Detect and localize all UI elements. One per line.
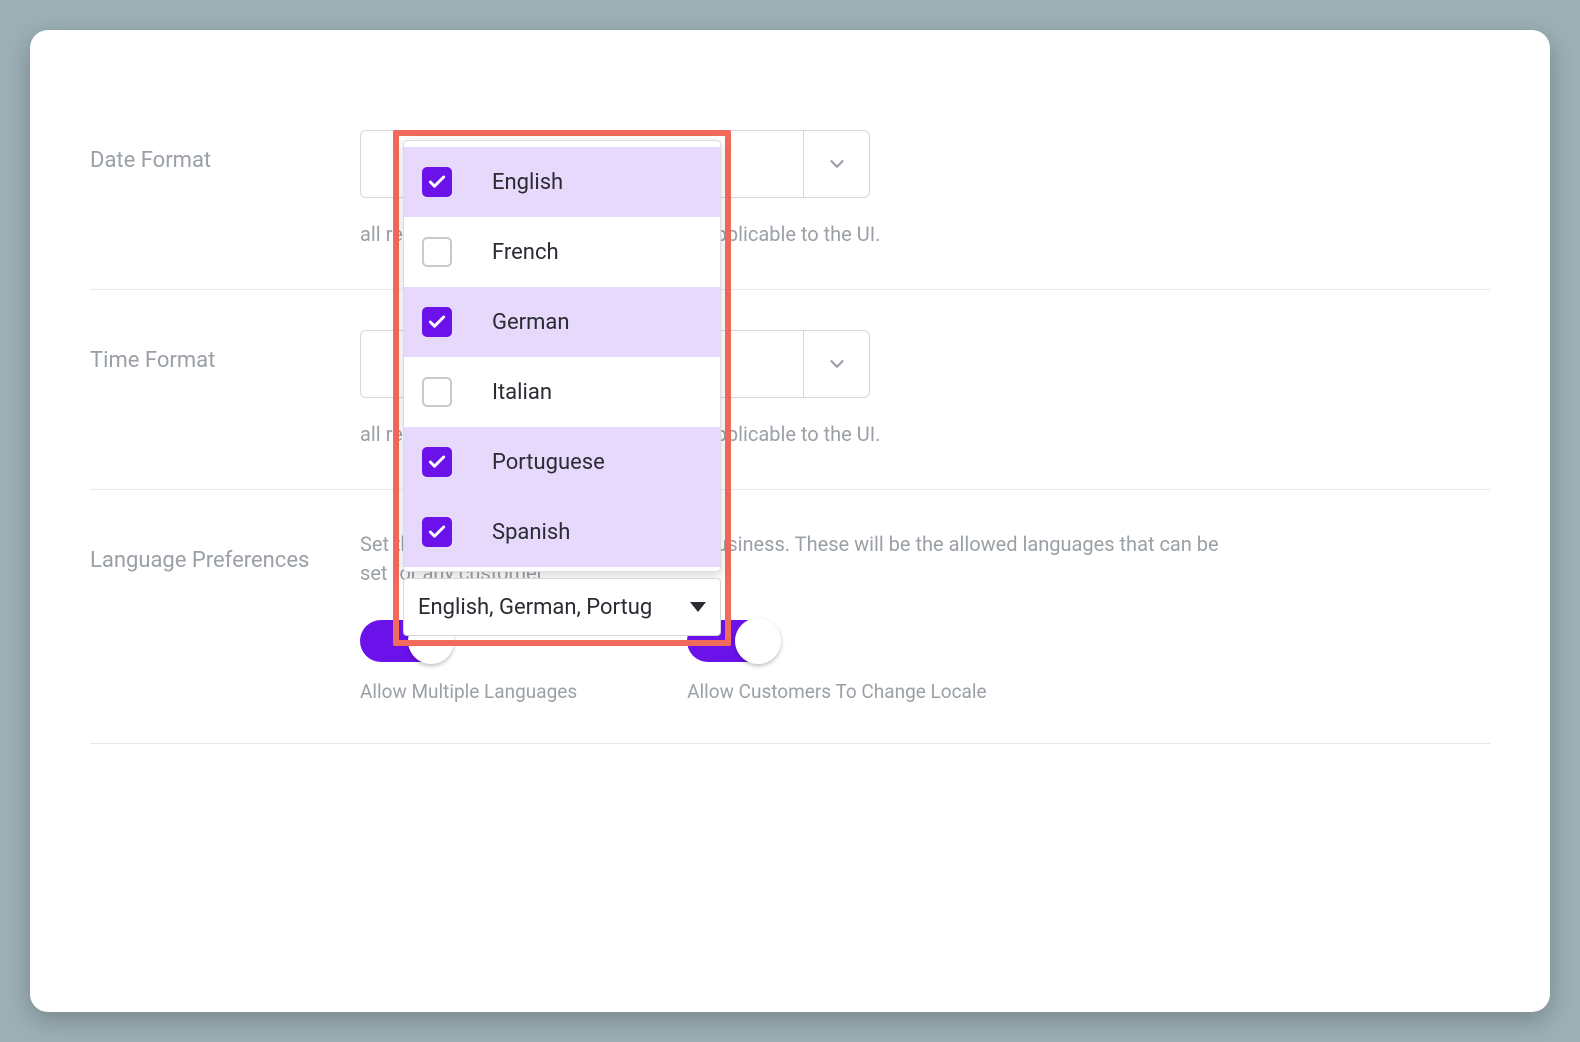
- time-format-row: Time Format all reports & views download…: [90, 290, 1490, 490]
- language-option[interactable]: English: [404, 147, 720, 217]
- date-format-caret-wrap: [803, 131, 869, 197]
- language-pref-row: Language Preferences Set the Language Pr…: [90, 490, 1490, 744]
- language-option[interactable]: Spanish: [404, 497, 720, 567]
- allow-customers-group: Allow Customers To Change Locale: [687, 620, 986, 703]
- chevron-down-icon: [826, 153, 848, 175]
- language-option[interactable]: German: [404, 287, 720, 357]
- checkbox-checked[interactable]: [422, 517, 452, 547]
- language-dropdown-summary[interactable]: English, German, Portug: [403, 578, 721, 636]
- language-dropdown-highlight: English French German Italian Portuguese Span…: [393, 130, 731, 646]
- checkbox-unchecked[interactable]: [422, 377, 452, 407]
- settings-card: Date Format all reports & views download…: [30, 30, 1550, 1012]
- date-format-label: Date Format: [90, 130, 360, 173]
- checkbox-unchecked[interactable]: [422, 237, 452, 267]
- time-format-caret-wrap: [803, 331, 869, 397]
- allow-customers-label: Allow Customers To Change Locale: [687, 680, 986, 703]
- date-format-row: Date Format all reports & views download…: [90, 90, 1490, 290]
- language-dropdown-panel: English French German Italian Portuguese Span…: [403, 140, 721, 572]
- language-option[interactable]: French: [404, 217, 720, 287]
- language-option-label: Italian: [492, 380, 552, 405]
- language-dropdown-summary-text: English, German, Portug: [418, 595, 680, 620]
- language-option-label: English: [492, 170, 563, 195]
- language-option-label: Spanish: [492, 520, 570, 545]
- language-option[interactable]: Portuguese: [404, 427, 720, 497]
- chevron-down-icon: [826, 353, 848, 375]
- checkbox-checked[interactable]: [422, 307, 452, 337]
- switch-knob: [735, 618, 781, 664]
- language-pref-label: Language Preferences: [90, 530, 360, 573]
- language-option-label: French: [492, 240, 559, 265]
- language-option-label: German: [492, 310, 570, 335]
- caret-down-icon: [690, 602, 706, 612]
- language-option[interactable]: Italian: [404, 357, 720, 427]
- language-option-label: Portuguese: [492, 450, 605, 475]
- checkbox-checked[interactable]: [422, 167, 452, 197]
- time-format-label: Time Format: [90, 330, 360, 373]
- checkbox-checked[interactable]: [422, 447, 452, 477]
- allow-multiple-label: Allow Multiple Languages: [360, 680, 577, 703]
